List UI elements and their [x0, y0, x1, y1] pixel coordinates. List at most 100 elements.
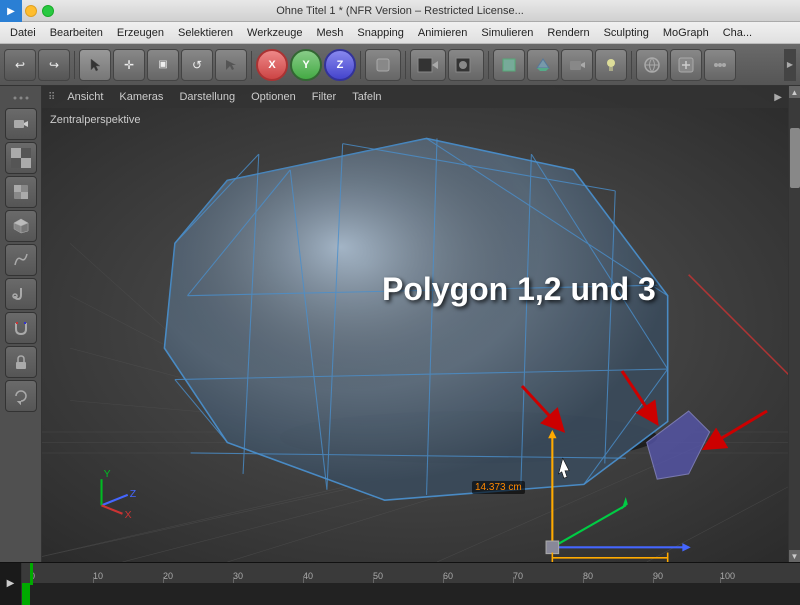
view-front-button[interactable] — [493, 49, 525, 81]
menu-erzeugen[interactable]: Erzeugen — [111, 25, 170, 41]
lamp-button[interactable] — [595, 49, 627, 81]
timeline: ▶ 0 10 20 30 40 50 60 70 80 90 100 — [0, 562, 800, 604]
dimension-label: 14.373 cm — [472, 481, 525, 494]
menu-bearbeiten[interactable]: Bearbeiten — [44, 25, 109, 41]
toolbar-sep-4 — [405, 51, 406, 79]
timeline-ruler: 0 10 20 30 40 50 60 70 80 90 100 — [22, 563, 800, 583]
toolbar-collapse-button[interactable]: ▶ — [784, 49, 796, 81]
object-mode-button[interactable] — [365, 49, 401, 81]
svg-text:Z: Z — [130, 489, 137, 500]
menu-simulieren[interactable]: Simulieren — [475, 25, 539, 41]
timeline-marker-40: 40 — [303, 571, 313, 581]
menu-snapping[interactable]: Snapping — [351, 25, 410, 41]
menu-selektieren[interactable]: Selektieren — [172, 25, 239, 41]
viewport[interactable]: ⠿ Ansicht Kameras Darstellung Optionen F… — [42, 86, 788, 562]
timeline-marker-70: 70 — [513, 571, 523, 581]
maximize-button[interactable] — [42, 5, 54, 17]
toolbar-sep-6 — [631, 51, 632, 79]
svg-text:Y: Y — [104, 469, 111, 480]
transform-tool-button[interactable] — [215, 49, 247, 81]
sidebar-magnet-button[interactable] — [5, 312, 37, 344]
menu-rendern[interactable]: Rendern — [541, 25, 595, 41]
viewport-area: ⠿ Ansicht Kameras Darstellung Optionen F… — [0, 86, 800, 562]
redo-button[interactable]: ↪ — [38, 49, 70, 81]
annotation-arrow-2 — [612, 366, 672, 431]
axis-z-button[interactable]: Z — [324, 49, 356, 81]
menu-bar: Datei Bearbeiten Erzeugen Selektieren We… — [0, 22, 800, 44]
viewport-menu-darstellung[interactable]: Darstellung — [175, 89, 239, 105]
sidebar-material-button[interactable] — [5, 142, 37, 174]
menu-cha[interactable]: Cha... — [717, 25, 758, 41]
svg-text:X: X — [125, 510, 132, 521]
sidebar-lock-button[interactable] — [5, 346, 37, 378]
timeline-marker-20: 20 — [163, 571, 173, 581]
viewport-expand-button[interactable]: ▶ — [774, 92, 782, 103]
sidebar-curve-button[interactable] — [5, 244, 37, 276]
viewport-menu-kameras[interactable]: Kameras — [115, 89, 167, 105]
scale-tool-button[interactable]: ▣ — [147, 49, 179, 81]
viewport-label: Zentralperspektive — [50, 114, 141, 126]
play-button[interactable]: ▶ — [0, 563, 22, 605]
minimize-button[interactable] — [25, 5, 37, 17]
scene-canvas: Z Y X — [42, 86, 788, 562]
app-icon: ▶ — [0, 0, 22, 22]
scroll-track[interactable] — [789, 98, 800, 550]
render-button[interactable] — [410, 49, 446, 81]
title-bar: ▶ Ohne Titel 1 * (NFR Version – Restrict… — [0, 0, 800, 22]
left-sidebar — [0, 86, 42, 562]
toolbar: ↩ ↪ ✛ ▣ ↺ X Y Z — [0, 44, 800, 86]
timeline-start-marker — [22, 583, 30, 605]
viewport-grip: ⠿ — [48, 92, 55, 103]
annotation-arrow-3 — [702, 406, 772, 461]
timeline-current-frame — [30, 563, 33, 585]
viewport-menu-optionen[interactable]: Optionen — [247, 89, 300, 105]
sidebar-object-button[interactable] — [5, 210, 37, 242]
render3-button[interactable] — [670, 49, 702, 81]
axis-x-button[interactable]: X — [256, 49, 288, 81]
annotation-arrow-1 — [512, 376, 572, 441]
menu-mesh[interactable]: Mesh — [310, 25, 349, 41]
scroll-up-button[interactable]: ▲ — [789, 86, 800, 98]
menu-datei[interactable]: Datei — [4, 25, 42, 41]
render2-button[interactable] — [448, 49, 484, 81]
viewport-menu-ansicht[interactable]: Ansicht — [63, 89, 107, 105]
rotate-tool-button[interactable]: ↺ — [181, 49, 213, 81]
toolbar-sep-3 — [360, 51, 361, 79]
viewport-menu-filter[interactable]: Filter — [308, 89, 340, 105]
timeline-marker-90: 90 — [653, 571, 663, 581]
menu-animieren[interactable]: Animieren — [412, 25, 474, 41]
toolbar-sep-2 — [251, 51, 252, 79]
menu-sculpting[interactable]: Sculpting — [598, 25, 655, 41]
sidebar-hook-button[interactable] — [5, 278, 37, 310]
move-tool-button[interactable]: ✛ — [113, 49, 145, 81]
select-tool-button[interactable] — [79, 49, 111, 81]
timeline-marker-30: 30 — [233, 571, 243, 581]
grid-button[interactable] — [636, 49, 668, 81]
menu-mograph[interactable]: MoGraph — [657, 25, 715, 41]
scrollbar-right[interactable]: ▲ ▼ — [788, 86, 800, 562]
timeline-marker-50: 50 — [373, 571, 383, 581]
timeline-track[interactable]: 0 10 20 30 40 50 60 70 80 90 100 — [22, 563, 800, 605]
timeline-marker-80: 80 — [583, 571, 593, 581]
undo-button[interactable]: ↩ — [4, 49, 36, 81]
axis-y-button[interactable]: Y — [290, 49, 322, 81]
timeline-marker-10: 10 — [93, 571, 103, 581]
window-title: Ohne Titel 1 * (NFR Version – Restricted… — [276, 5, 524, 17]
timeline-play-area[interactable] — [22, 583, 800, 605]
sidebar-texture-button[interactable] — [5, 176, 37, 208]
sidebar-camera-button[interactable] — [5, 108, 37, 140]
scroll-down-button[interactable]: ▼ — [789, 550, 800, 562]
timeline-marker-100: 100 — [720, 571, 735, 581]
toolbar-sep-1 — [74, 51, 75, 79]
camera-button[interactable] — [561, 49, 593, 81]
menu-werkzeuge[interactable]: Werkzeuge — [241, 25, 308, 41]
view-perspective-button[interactable] — [527, 49, 559, 81]
sidebar-refresh-button[interactable] — [5, 380, 37, 412]
extra-button[interactable] — [704, 49, 736, 81]
viewport-menu-tafeln[interactable]: Tafeln — [348, 89, 385, 105]
toolbar-sep-5 — [488, 51, 489, 79]
sidebar-grip — [3, 90, 39, 106]
viewport-topbar: ⠿ Ansicht Kameras Darstellung Optionen F… — [42, 86, 788, 108]
scroll-thumb[interactable] — [790, 128, 800, 188]
timeline-marker-60: 60 — [443, 571, 453, 581]
